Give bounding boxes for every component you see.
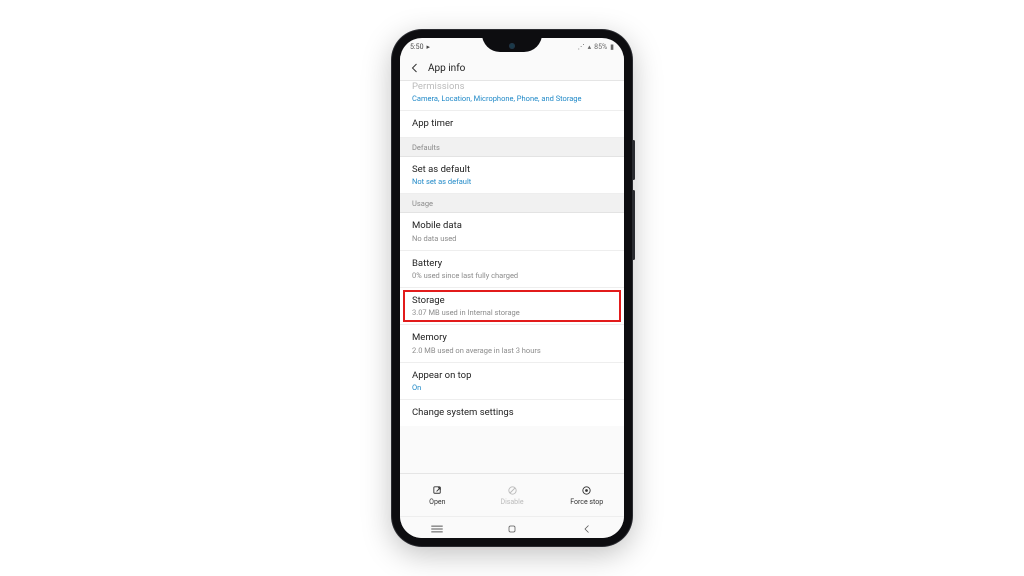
wifi-icon: ⋰ xyxy=(578,43,585,51)
row-sub: On xyxy=(412,383,612,392)
row-storage[interactable]: Storage 3.07 MB used in Internal storage xyxy=(400,288,624,325)
open-button[interactable]: Open xyxy=(400,474,475,516)
row-set-default[interactable]: Set as default Not set as default xyxy=(400,157,624,194)
row-memory[interactable]: Memory 2.0 MB used on average in last 3 … xyxy=(400,325,624,362)
row-label: Memory xyxy=(412,332,612,343)
row-sub: 0% used since last fully charged xyxy=(412,271,612,280)
settings-list[interactable]: Permissions Camera, Location, Microphone… xyxy=(400,81,624,473)
open-label: Open xyxy=(429,498,445,506)
row-label: Change system settings xyxy=(412,407,612,418)
phone-screen: 5:50 ▸ ⋰ ▴ 85% ▮ App info Permissions Ca… xyxy=(400,38,624,538)
page-title: App info xyxy=(428,63,465,74)
cast-icon: ▸ xyxy=(427,43,431,51)
row-battery[interactable]: Battery 0% used since last fully charged xyxy=(400,251,624,288)
row-sub: 3.07 MB used in Internal storage xyxy=(412,308,612,317)
nav-bar xyxy=(400,516,624,538)
row-label: Mobile data xyxy=(412,220,612,231)
row-sub: Not set as default xyxy=(412,177,612,186)
row-label: Set as default xyxy=(412,164,612,175)
disable-icon xyxy=(506,484,518,496)
nav-recents[interactable] xyxy=(426,522,448,536)
battery-percent: 85% xyxy=(594,43,607,51)
disable-label: Disable xyxy=(500,498,523,506)
row-sub: 2.0 MB used on average in last 3 hours xyxy=(412,346,612,355)
app-bar: App info xyxy=(400,56,624,81)
row-app-timer[interactable]: App timer xyxy=(400,111,624,137)
row-mobile-data[interactable]: Mobile data No data used xyxy=(400,213,624,250)
section-defaults: Defaults xyxy=(400,138,624,157)
row-permissions[interactable]: Permissions Camera, Location, Microphone… xyxy=(400,81,624,111)
phone-frame: 5:50 ▸ ⋰ ▴ 85% ▮ App info Permissions Ca… xyxy=(392,30,632,546)
force-stop-button[interactable]: Force stop xyxy=(549,474,624,516)
row-sub: No data used xyxy=(412,234,612,243)
nav-back[interactable] xyxy=(576,522,598,536)
section-usage: Usage xyxy=(400,194,624,213)
signal-icon: ▴ xyxy=(588,43,592,51)
force-stop-label: Force stop xyxy=(570,498,603,506)
row-label: Appear on top xyxy=(412,370,612,381)
row-label: Battery xyxy=(412,258,612,269)
bottom-action-bar: Open Disable Force stop xyxy=(400,473,624,516)
row-label: App timer xyxy=(412,118,612,129)
volume-button xyxy=(632,140,635,180)
row-label: Permissions xyxy=(412,81,612,92)
back-button[interactable] xyxy=(408,61,422,75)
status-time: 5:50 xyxy=(410,43,424,51)
row-appear-on-top[interactable]: Appear on top On xyxy=(400,363,624,400)
row-change-system-settings[interactable]: Change system settings xyxy=(400,400,624,425)
row-label: Storage xyxy=(412,295,612,306)
nav-home[interactable] xyxy=(501,522,523,536)
battery-icon: ▮ xyxy=(610,43,614,51)
row-sub: Camera, Location, Microphone, Phone, and… xyxy=(412,94,612,103)
force-stop-icon xyxy=(581,484,593,496)
disable-button[interactable]: Disable xyxy=(475,474,550,516)
power-button xyxy=(632,190,635,260)
open-icon xyxy=(431,484,443,496)
